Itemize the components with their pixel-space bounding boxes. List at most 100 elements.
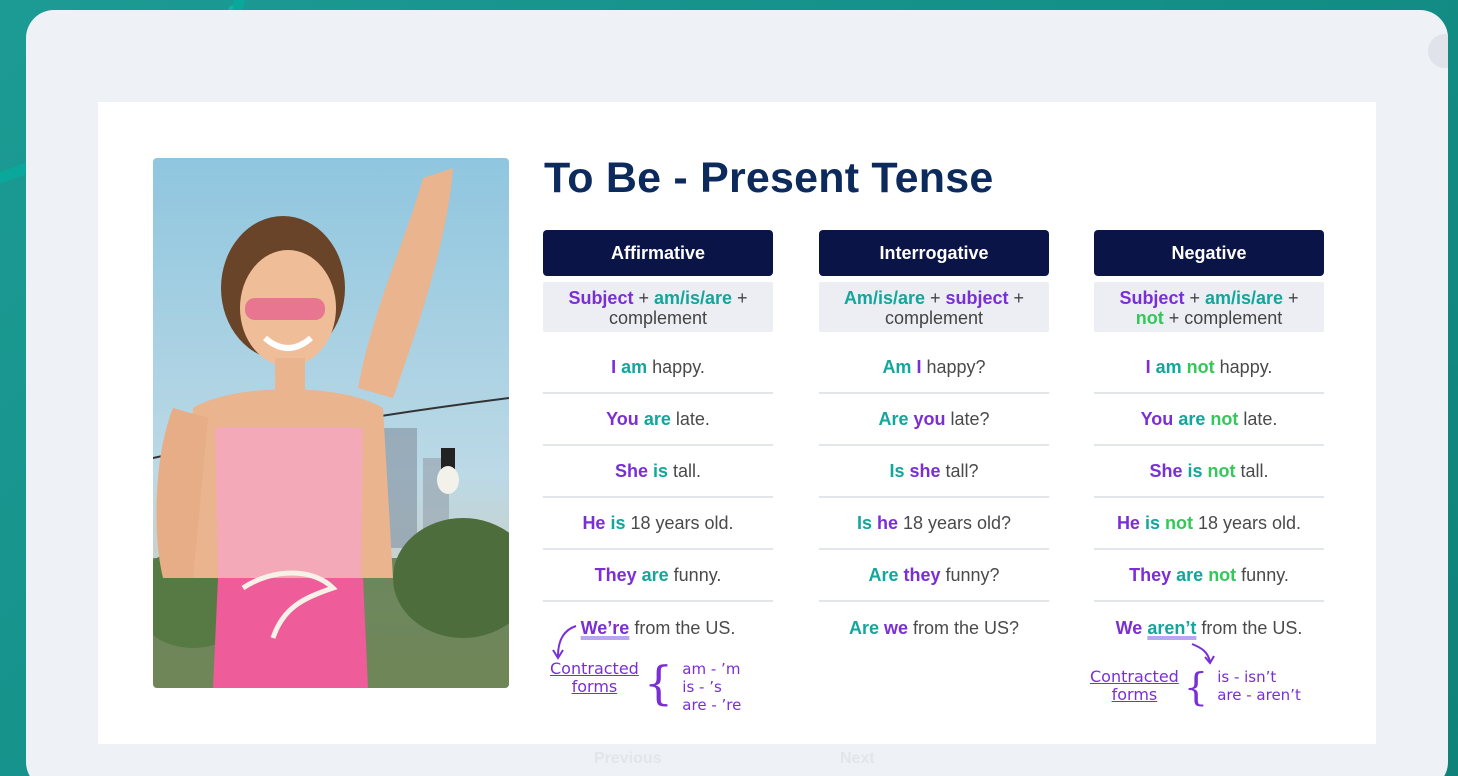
text-segment: Are bbox=[868, 564, 899, 585]
text-segment: 18 years old. bbox=[625, 512, 734, 533]
sentence-text: They are funny. bbox=[595, 565, 722, 586]
sentence-text: Am I happy? bbox=[882, 357, 985, 378]
previous-button[interactable]: Previous bbox=[594, 750, 662, 768]
text-segment: late. bbox=[670, 408, 710, 429]
text-segment: complement bbox=[608, 308, 708, 328]
text-segment: + bbox=[1008, 288, 1025, 308]
column-header: Affirmative bbox=[543, 230, 773, 276]
text-segment: I bbox=[1145, 356, 1151, 377]
column-interrogative: Interrogative Am/is/are + subject + comp… bbox=[819, 230, 1049, 654]
text-segment: Am bbox=[882, 356, 912, 377]
sentence-text: You are late. bbox=[606, 409, 710, 430]
text-segment: funny. bbox=[668, 564, 722, 585]
sentence-text: He is not 18 years old. bbox=[1117, 513, 1301, 534]
sentence-text: Is he 18 years old? bbox=[857, 513, 1011, 534]
text-segment: subject bbox=[945, 288, 1009, 308]
example-sentence: Are you late? bbox=[819, 394, 1049, 446]
example-sentence: They are not funny. bbox=[1094, 550, 1324, 602]
contraction-item: is - isn’t bbox=[1217, 668, 1277, 686]
column-formula: Subject + am/is/are + not + complement bbox=[1094, 282, 1324, 332]
contraction-item: am - ’m bbox=[682, 660, 741, 678]
text-segment: not bbox=[1207, 460, 1236, 481]
example-sentence: He is 18 years old. bbox=[543, 498, 773, 550]
sentence-text: She is tall. bbox=[615, 461, 701, 482]
example-sentence: You are not late. bbox=[1094, 394, 1324, 446]
column-affirmative: Affirmative Subject + am/is/are + comple… bbox=[543, 230, 773, 654]
circle-button-icon[interactable] bbox=[1428, 34, 1448, 68]
contraction-item: are - aren’t bbox=[1217, 686, 1301, 704]
example-sentence: Is she tall? bbox=[819, 446, 1049, 498]
text-segment: am bbox=[621, 356, 648, 377]
text-segment: You bbox=[1140, 408, 1174, 429]
text-segment: funny. bbox=[1236, 564, 1289, 585]
text-segment: She bbox=[614, 460, 648, 481]
example-sentence: I am not happy. bbox=[1094, 342, 1324, 394]
text-segment: funny? bbox=[940, 564, 1000, 585]
example-sentence: Are they funny? bbox=[819, 550, 1049, 602]
next-button[interactable]: Next bbox=[840, 750, 875, 768]
arrow-icon bbox=[552, 625, 577, 660]
text-segment: is bbox=[610, 512, 626, 533]
sentence-text: Are they funny? bbox=[868, 565, 999, 586]
text-segment: he bbox=[876, 512, 898, 533]
text-segment: He bbox=[582, 512, 606, 533]
example-rows: I am happy. You are late. She is tall. He i… bbox=[543, 342, 773, 654]
sentence-text: He is 18 years old. bbox=[582, 513, 733, 534]
sentence-text: We aren’t from the US. bbox=[1116, 618, 1303, 639]
text-segment: am bbox=[1155, 356, 1182, 377]
sentence-text: She is not tall. bbox=[1149, 461, 1268, 482]
note-label: forms bbox=[1111, 685, 1158, 704]
text-segment: not bbox=[1165, 512, 1193, 533]
example-rows: Am I happy? Are you late? Is she tall? Is h… bbox=[819, 342, 1049, 654]
column-negative: Negative Subject + am/is/are + not + com… bbox=[1094, 230, 1324, 654]
note-label: forms bbox=[571, 677, 618, 696]
text-segment: He bbox=[1116, 512, 1140, 533]
contraction-item: is - ’s bbox=[682, 678, 722, 696]
text-segment: not bbox=[1208, 564, 1237, 585]
text-segment: late? bbox=[945, 408, 990, 429]
text-segment: you bbox=[913, 408, 946, 429]
contracted-forms-affirmative: Contracted forms { am - ’m is - ’s are -… bbox=[550, 656, 741, 715]
example-sentence: I am happy. bbox=[543, 342, 773, 394]
note-label: Contracted bbox=[550, 659, 639, 678]
text-segment: happy. bbox=[647, 356, 705, 377]
text-segment: happy. bbox=[1214, 356, 1273, 377]
text-segment: not bbox=[1210, 408, 1239, 429]
text-segment: is bbox=[1144, 512, 1160, 533]
example-sentence: They are funny. bbox=[543, 550, 773, 602]
example-sentence: Are we from the US? bbox=[819, 602, 1049, 654]
text-segment: is bbox=[1187, 460, 1203, 481]
text-segment: 18 years old? bbox=[897, 512, 1012, 533]
example-sentence: You are late. bbox=[543, 394, 773, 446]
text-segment: aren’t bbox=[1147, 617, 1197, 638]
text-segment: from the US? bbox=[908, 617, 1020, 638]
text-segment: Am/is/are bbox=[843, 288, 925, 308]
text-segment: they bbox=[903, 564, 941, 585]
text-segment: Is bbox=[889, 460, 905, 481]
text-segment: happy? bbox=[921, 356, 986, 377]
text-segment: are bbox=[1178, 408, 1206, 429]
text-segment: We bbox=[1115, 617, 1143, 638]
sentence-text: I am not happy. bbox=[1146, 357, 1273, 378]
contracted-forms-negative: Contracted forms { is - isn’t are - aren… bbox=[1090, 667, 1301, 707]
page-title: To Be - Present Tense bbox=[544, 154, 994, 202]
sentence-text: Are you late? bbox=[878, 409, 989, 430]
text-segment: tall. bbox=[668, 460, 702, 481]
text-segment: + bbox=[732, 288, 748, 308]
text-segment: late. bbox=[1238, 408, 1278, 429]
example-rows: I am not happy. You are not late. She is n… bbox=[1094, 342, 1324, 654]
text-segment: We’re bbox=[580, 617, 630, 638]
text-segment: 18 years old. bbox=[1192, 512, 1302, 533]
text-segment: Subject bbox=[568, 288, 634, 308]
text-segment: Are bbox=[878, 408, 909, 429]
note-label: Contracted bbox=[1090, 667, 1179, 686]
brace-icon: { bbox=[643, 656, 674, 710]
text-segment: + bbox=[1283, 288, 1299, 308]
text-segment: + bbox=[924, 288, 946, 308]
text-segment: + bbox=[633, 288, 654, 308]
content-card: To Be - Present Tense Affirmative Subjec… bbox=[26, 10, 1448, 776]
sentence-text: Are we from the US? bbox=[849, 618, 1019, 639]
sentence-text: Is she tall? bbox=[889, 461, 978, 482]
text-segment: tall. bbox=[1235, 460, 1269, 481]
column-header: Interrogative bbox=[819, 230, 1049, 276]
